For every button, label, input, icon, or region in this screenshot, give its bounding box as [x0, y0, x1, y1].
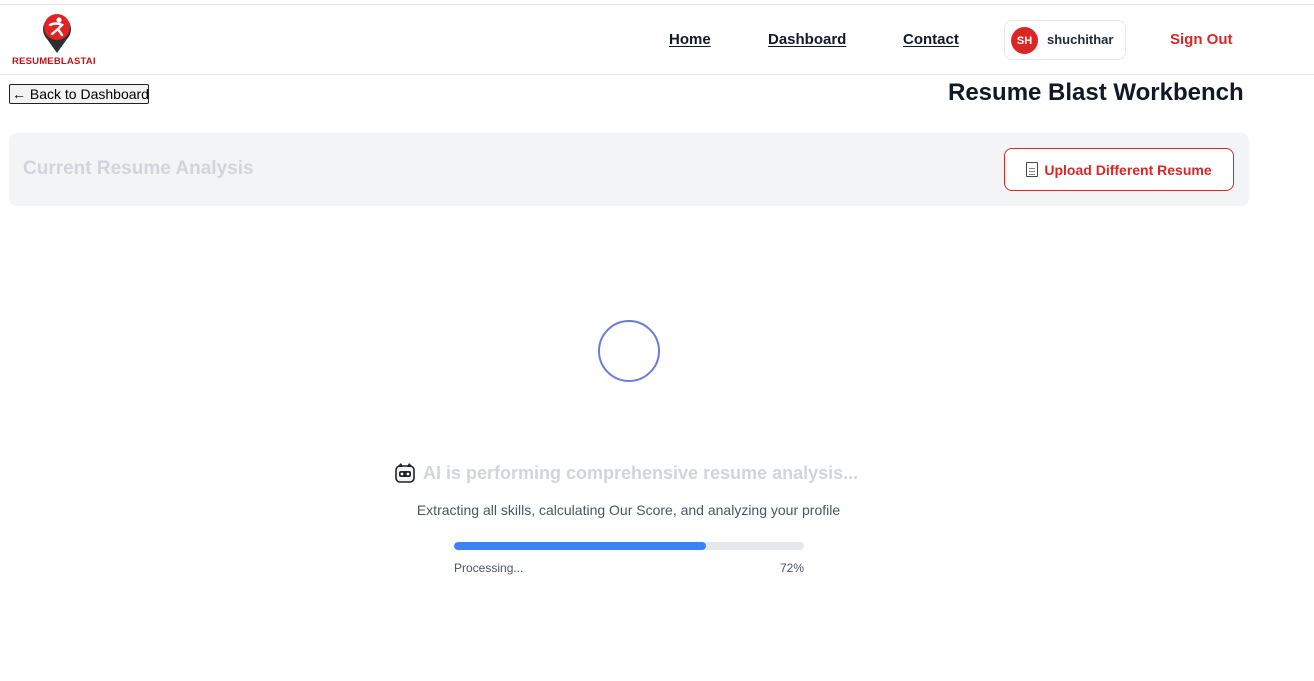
- document-icon: [1026, 162, 1039, 177]
- back-to-dashboard-button[interactable]: ← Back to Dashboard: [9, 84, 149, 104]
- username: shuchithar: [1047, 32, 1114, 47]
- status-row: AI is performing comprehensive resume an…: [394, 461, 894, 485]
- status-text: AI is performing comprehensive resume an…: [423, 462, 859, 483]
- progress-percent: 72%: [779, 561, 804, 575]
- upload-button-label: Upload Different Resume: [1044, 161, 1212, 178]
- avatar: SH: [1011, 27, 1038, 54]
- nav-dashboard-link[interactable]: Dashboard: [768, 31, 846, 48]
- progress-bar: [454, 542, 804, 550]
- sign-out-link[interactable]: Sign Out: [1170, 31, 1233, 48]
- logo-icon: [43, 14, 71, 53]
- logo-text: RESUMEBLASTAI: [12, 56, 96, 67]
- nav-home-link[interactable]: Home: [669, 31, 711, 48]
- upload-different-resume-button[interactable]: Upload Different Resume: [1004, 148, 1234, 191]
- user-menu[interactable]: SH shuchithar: [1004, 20, 1126, 60]
- progress-bar-fill: [454, 542, 706, 550]
- loading-spinner-icon: [598, 320, 660, 382]
- nav-contact-link[interactable]: Contact: [903, 31, 959, 48]
- progress-label: Processing...: [454, 561, 524, 575]
- card-title: Current Resume Analysis: [23, 158, 254, 179]
- status-subtitle: Extracting all skills, calculating Our S…: [416, 502, 841, 518]
- current-resume-analysis-card: Current Resume Analysis Upload Different…: [9, 133, 1249, 206]
- site-header: RESUMEBLASTAI Home Dashboard Contact SH …: [0, 5, 1314, 75]
- robot-icon: [395, 463, 415, 483]
- logo[interactable]: RESUMEBLASTAI: [12, 13, 108, 69]
- page-title: Resume Blast Workbench: [948, 79, 1244, 106]
